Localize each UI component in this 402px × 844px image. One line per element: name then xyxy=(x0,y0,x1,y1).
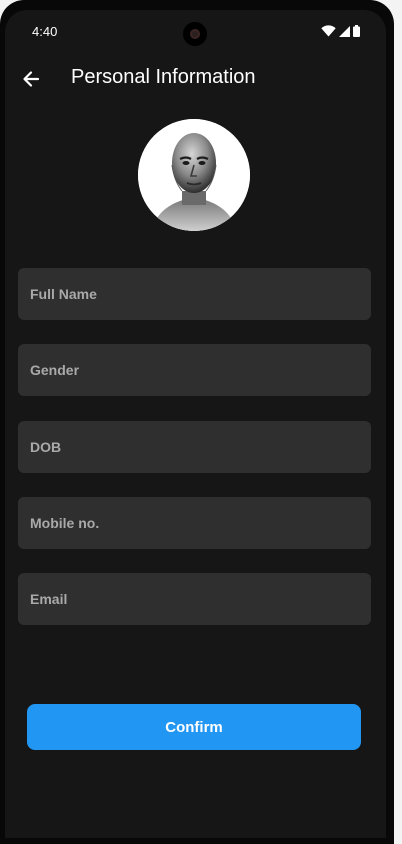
status-bar: 4:40 xyxy=(5,10,386,54)
battery-icon xyxy=(353,25,360,37)
email-field[interactable] xyxy=(18,573,371,625)
profile-photo xyxy=(138,119,250,231)
full-name-input[interactable] xyxy=(30,286,359,302)
dob-field[interactable] xyxy=(18,421,371,473)
front-camera xyxy=(183,22,207,46)
app-bar: Personal Information xyxy=(5,54,386,104)
arrow-left-icon xyxy=(23,71,40,87)
page-title: Personal Information xyxy=(71,66,256,88)
gender-field[interactable] xyxy=(18,344,371,396)
full-name-field[interactable] xyxy=(18,268,371,320)
status-icons xyxy=(321,24,360,38)
profile-avatar[interactable] xyxy=(138,119,250,231)
email-input[interactable] xyxy=(30,591,359,607)
device-frame: 4:40 Personal Information Full Name Gend… xyxy=(0,0,402,844)
back-button[interactable] xyxy=(15,63,47,95)
wifi-icon xyxy=(321,25,336,37)
signal-icon xyxy=(339,25,350,37)
status-time: 4:40 xyxy=(32,24,58,39)
device-bezel: 4:40 Personal Information Full Name Gend… xyxy=(0,0,394,844)
mobile-field[interactable] xyxy=(18,497,371,549)
app-screen: 4:40 Personal Information Full Name Gend… xyxy=(5,10,386,838)
confirm-button[interactable]: Confirm xyxy=(27,704,361,750)
dob-input[interactable] xyxy=(30,439,359,455)
mobile-input[interactable] xyxy=(30,515,359,531)
gender-input[interactable] xyxy=(30,362,359,378)
